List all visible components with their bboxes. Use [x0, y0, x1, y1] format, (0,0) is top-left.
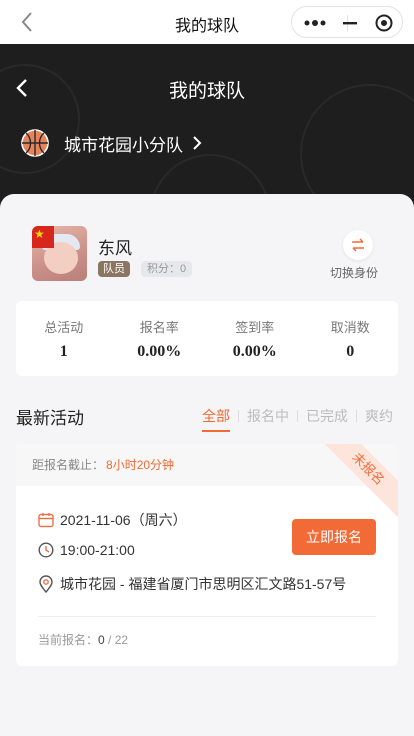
points-label: 积分：: [147, 263, 180, 275]
location-pin-icon: [39, 575, 53, 593]
swap-icon: [352, 238, 364, 252]
wx-navigation-bar: 我的球队: [0, 0, 414, 44]
more-dots-icon[interactable]: [304, 16, 326, 30]
main-content: ★ 东风 队员 积分：0 切换身份 总活动 1 报名率 0.00% 签到率 0.…: [0, 194, 414, 736]
points-badge: 积分：0: [141, 261, 193, 277]
capsule-menu: [291, 6, 403, 38]
divider: [38, 616, 376, 617]
activity-card[interactable]: 距报名截止： 8小时20分钟 未报名 2021-11-06（周六） 19:00-2…: [16, 444, 398, 666]
clock-icon: [38, 542, 54, 558]
tab-all[interactable]: 全部: [202, 406, 230, 432]
section-title: 最新活动: [16, 409, 84, 428]
chevron-right-icon: [193, 136, 202, 150]
signup-capacity: 22: [114, 633, 129, 647]
stats-panel: 总活动 1 报名率 0.00% 签到率 0.00% 取消数 0: [16, 301, 398, 376]
points-value: 0: [180, 263, 187, 275]
stat-signup-rate: 报名率 0.00%: [137, 320, 182, 360]
stat-checkin-rate: 签到率 0.00%: [232, 320, 277, 360]
signup-button[interactable]: 立即报名: [292, 519, 376, 555]
activity-location-row: 城市花园 - 福建省厦门市思明区汇文路51-57号: [38, 574, 346, 594]
avatar[interactable]: ★: [32, 226, 87, 281]
deadline-countdown: 8小时20分钟: [106, 458, 175, 472]
signup-count: 0: [98, 633, 105, 647]
activity-time: 19:00-21:00: [60, 542, 135, 558]
close-target-icon[interactable]: [375, 14, 393, 32]
page-title: 我的球队: [168, 81, 245, 102]
activity-filter-tabs: 全部 报名中 已完成 爽约: [202, 406, 393, 432]
calendar-icon: [38, 513, 54, 528]
tab-no-show[interactable]: 爽约: [365, 406, 393, 426]
role-badge: 队员: [98, 261, 130, 277]
activity-date-row: 2021-11-06（周六）: [38, 510, 187, 530]
basketball-icon: [21, 129, 49, 157]
star-icon: ★: [34, 227, 45, 241]
activity-location: 城市花园 - 福建省厦门市思明区汇文路51-57号: [60, 576, 347, 592]
switch-identity-label[interactable]: 切换身份: [330, 264, 378, 281]
tab-registering[interactable]: 报名中: [247, 406, 289, 426]
team-name: 城市花园小分队: [64, 135, 183, 155]
current-signups: 当前报名：0 / 22: [38, 633, 129, 647]
stat-total-activities: 总活动 1: [44, 320, 84, 360]
team-selector[interactable]: 城市花园小分队: [20, 126, 203, 160]
activity-time-row: 19:00-21:00: [38, 542, 135, 558]
tab-completed[interactable]: 已完成: [306, 406, 348, 426]
activity-date: 2021-11-06（周六）: [60, 512, 187, 528]
minimize-icon[interactable]: [343, 16, 357, 30]
user-name: 东风: [98, 239, 132, 258]
switch-identity-button[interactable]: [343, 230, 373, 260]
stat-cancel-count: 取消数 0: [330, 320, 370, 360]
deadline-label: 距报名截止：: [32, 458, 105, 472]
